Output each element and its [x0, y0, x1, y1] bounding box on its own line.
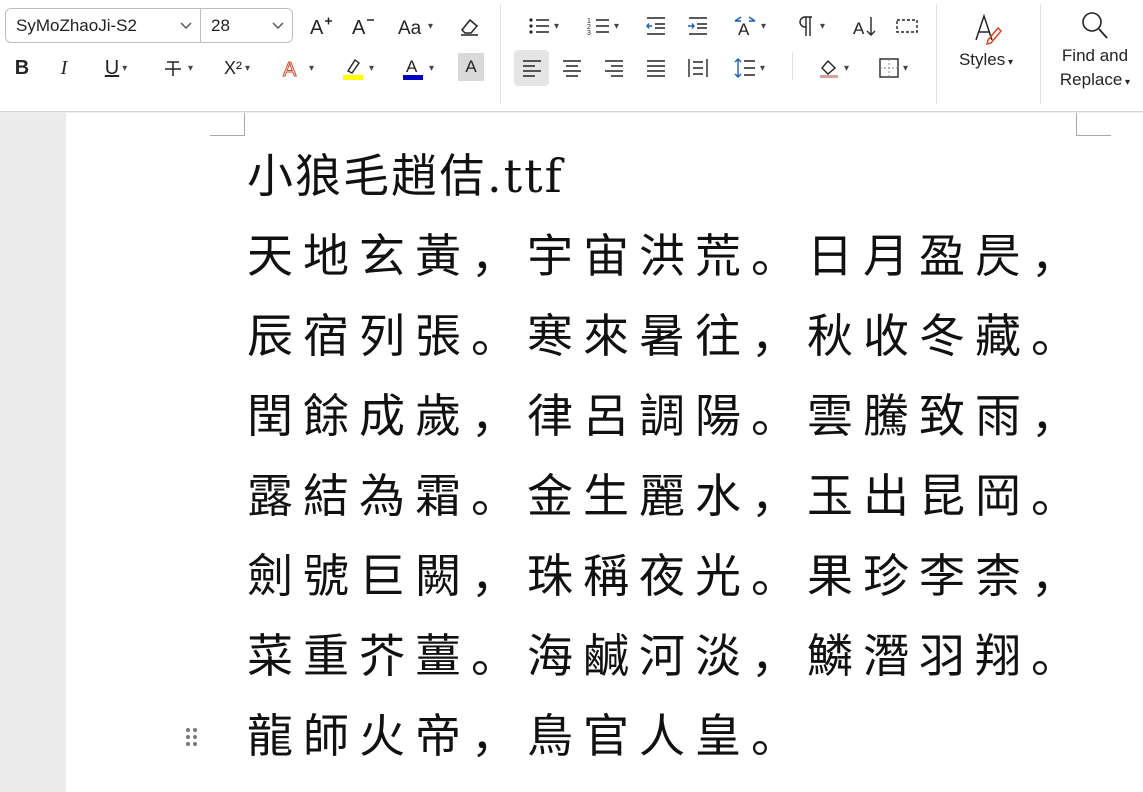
ribbon-toolbar: SyMoZhaoJi-S2 28 A A Aa ▾ B I U ▾ ▾ X² ▾ A ▾ [0, 0, 1143, 112]
sort-icon[interactable]: A [850, 9, 880, 43]
chevron-down-icon[interactable] [264, 18, 292, 33]
document-text-line[interactable]: 閏餘成歲，律呂調陽。雲騰致雨， [247, 390, 1087, 442]
character-shading-icon[interactable]: A [458, 53, 484, 81]
chevron-down-icon[interactable] [172, 18, 200, 33]
shading-icon[interactable]: ▾ [810, 51, 856, 85]
divider [792, 52, 793, 80]
document-text-line[interactable]: 菜重芥薑。海鹹河淡，鱗潛羽翔。 [247, 630, 1087, 682]
bold-button[interactable]: B [8, 51, 36, 85]
document-text-line[interactable]: 天地玄黃，宇宙洪荒。日月盈昃， [247, 230, 1087, 282]
svg-text:A: A [352, 17, 366, 38]
highlight-color-bar [342, 75, 363, 80]
numbering-icon[interactable]: 1 2 3 ▾ [580, 9, 626, 43]
document-text-line[interactable]: 劍號巨闕，珠稱夜光。果珍李柰， [247, 550, 1087, 602]
drag-handle-icon[interactable] [184, 724, 200, 752]
bullets-icon[interactable]: ▾ [520, 9, 566, 43]
align-center-icon[interactable] [558, 51, 586, 85]
font-name-combo[interactable]: SyMoZhaoJi-S2 [5, 8, 201, 43]
clear-formatting-icon[interactable] [452, 9, 486, 43]
text-effects-icon[interactable]: A ▾ [274, 51, 320, 85]
underline-label: U [104, 56, 120, 79]
svg-text:A: A [853, 19, 865, 38]
group-divider [1040, 4, 1041, 104]
line-spacing-icon[interactable]: ▾ [726, 51, 772, 85]
styles-button[interactable]: Styles ▾ [950, 10, 1022, 75]
crop-mark-right [1076, 113, 1111, 136]
align-right-icon[interactable] [600, 51, 628, 85]
font-name-value: SyMoZhaoJi-S2 [16, 15, 137, 35]
font-color-bar [402, 75, 423, 80]
svg-text:A: A [310, 17, 324, 38]
highlight-icon[interactable]: ▾ [334, 51, 380, 85]
font-size-value: 28 [211, 15, 230, 35]
decrease-font-size-icon[interactable]: A [348, 9, 378, 43]
svg-text:A: A [283, 59, 297, 80]
font-size-combo[interactable]: 28 [200, 8, 293, 43]
styles-label: Styles [958, 50, 1006, 69]
strikethrough-icon[interactable]: ▾ [154, 51, 200, 85]
decrease-indent-icon[interactable] [642, 9, 670, 43]
search-icon [1082, 12, 1108, 39]
superscript-label: X² [223, 57, 242, 78]
underline-button[interactable]: U ▾ [94, 51, 138, 85]
align-left-icon[interactable] [514, 50, 549, 86]
document-page[interactable] [66, 113, 1143, 792]
svg-text:Aa: Aa [398, 18, 422, 38]
document-text-line[interactable]: 龍師火帝，鳥官人皇。 [247, 710, 807, 762]
change-case-icon[interactable]: Aa ▾ [392, 9, 438, 43]
svg-text:3: 3 [587, 30, 591, 37]
borders-icon[interactable]: ▾ [870, 51, 916, 85]
show-gridlines-icon[interactable] [892, 9, 922, 43]
group-divider [500, 4, 501, 104]
paragraph-marks-icon[interactable]: ▾ [788, 9, 834, 43]
bold-label: B [14, 56, 30, 79]
find-replace-button[interactable]: Find and Replace ▾ [1052, 10, 1138, 95]
character-shading-label: A [465, 57, 477, 76]
superscript-button[interactable]: X² ▾ [214, 51, 260, 85]
styles-icon [975, 13, 1003, 46]
find-replace-label-line1: Find and [1061, 46, 1129, 65]
increase-indent-icon[interactable] [684, 9, 712, 43]
svg-text:A: A [406, 57, 418, 76]
text-direction-icon[interactable]: A ▾ [726, 9, 772, 43]
svg-text:A: A [738, 20, 750, 38]
distributed-icon[interactable] [684, 51, 712, 85]
document-text-line[interactable]: 辰宿列張。寒來暑往，秋收冬藏。 [247, 310, 1087, 362]
italic-button[interactable]: I [50, 51, 78, 85]
group-divider [936, 4, 937, 104]
justify-icon[interactable] [642, 51, 670, 85]
italic-label: I [60, 56, 68, 79]
find-replace-label-line2: Replace [1059, 70, 1123, 89]
document-text-line[interactable]: 露結為霜。金生麗水，玉出昆岡。 [247, 470, 1087, 522]
crop-mark-left [210, 113, 245, 136]
increase-font-size-icon[interactable]: A [306, 9, 336, 43]
document-title-line[interactable]: 小狼毛趙佶.ttf [247, 150, 564, 202]
font-color-icon[interactable]: A ▾ [394, 51, 440, 85]
